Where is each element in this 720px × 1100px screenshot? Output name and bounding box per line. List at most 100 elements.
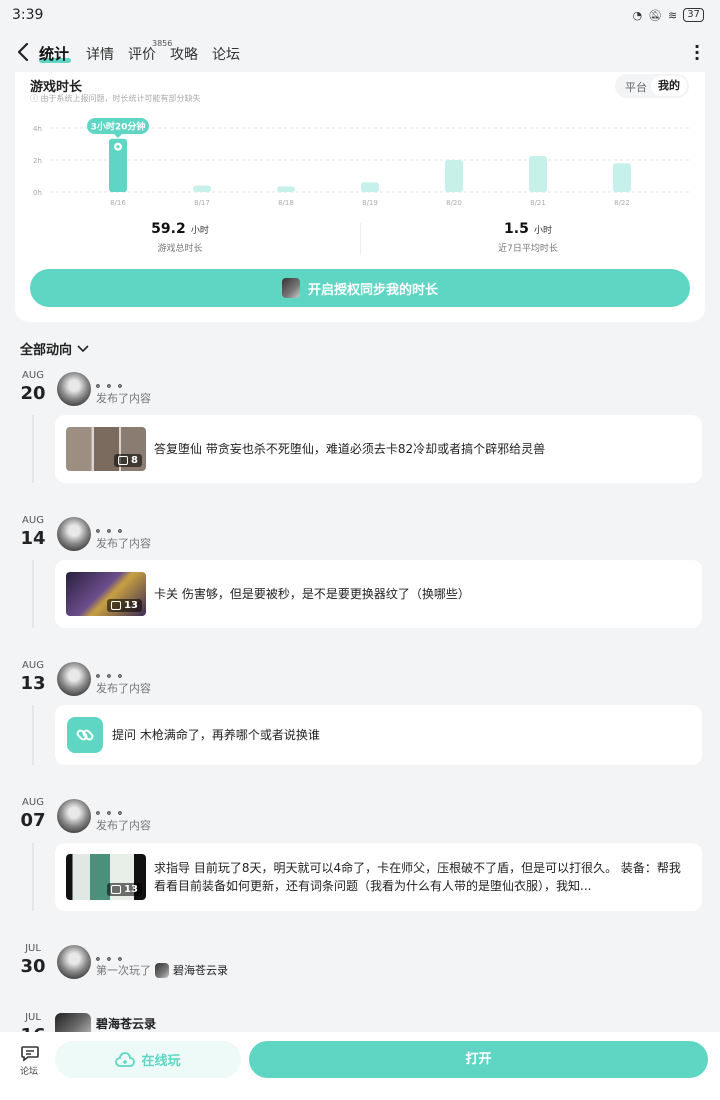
open-game-button[interactable]: 打开 bbox=[249, 1041, 708, 1078]
stat-divider bbox=[360, 223, 361, 255]
playtime-chart: 4h 2h 0h 8/16 3小时20分钟 8/17 8/18 8/19 8/20 8/21 8/2… bbox=[33, 118, 690, 207]
forum-label[interactable]: 论坛 bbox=[20, 1064, 38, 1077]
feed-filter-label: 全部动向 bbox=[20, 343, 73, 358]
forum-chat-icon[interactable] bbox=[20, 1044, 40, 1062]
x-tick-label: 8/18 bbox=[278, 199, 294, 207]
y-tick-label: 2h bbox=[33, 157, 42, 165]
post-text: 求指导 目前玩了8天，明天就可以4命了，卡在师父，压根破不了盾，但是可以打很久。… bbox=[154, 861, 681, 893]
x-tick-label: 8/19 bbox=[362, 199, 378, 207]
x-tick-label: 8/22 bbox=[614, 199, 630, 207]
image-count-badge: 13 bbox=[107, 599, 142, 612]
image-count-badge: 8 bbox=[114, 454, 142, 467]
chart-bar bbox=[445, 160, 463, 192]
feed-date-month: AUG bbox=[22, 797, 44, 808]
game-avatar[interactable] bbox=[55, 1013, 91, 1032]
user-name[interactable]: 。。。 bbox=[96, 375, 134, 390]
total-playtime: 59.2 小时 bbox=[120, 218, 240, 237]
bar-marker-dot bbox=[116, 145, 120, 149]
feed-date-month: AUG bbox=[22, 515, 44, 526]
feed-action: 第一次玩了 bbox=[96, 964, 151, 977]
chart-bar bbox=[529, 156, 547, 192]
cloud-play-button[interactable]: 在线玩 bbox=[55, 1041, 241, 1078]
x-tick-label: 8/21 bbox=[530, 199, 546, 207]
feed-date-day: 13 bbox=[20, 673, 46, 694]
post-card[interactable]: 13 求指导 目前玩了8天，明天就可以4命了，卡在师父，压根破不了盾，但是可以打… bbox=[55, 843, 702, 911]
user-name[interactable]: 。。。 bbox=[96, 520, 134, 535]
avg-playtime-unit: 小时 bbox=[533, 226, 552, 236]
feed-action: 发布了内容 bbox=[96, 537, 151, 550]
timeline-line bbox=[32, 560, 34, 628]
user-name[interactable]: 。。。 bbox=[96, 802, 134, 817]
avg-playtime: 1.5 小时 bbox=[468, 218, 588, 237]
user-avatar[interactable] bbox=[57, 799, 91, 833]
feed-date-day: 07 bbox=[20, 810, 46, 831]
total-playtime-value: 59.2 bbox=[151, 221, 186, 237]
feed-date-day: 20 bbox=[20, 383, 46, 404]
feed-date-day: 30 bbox=[20, 956, 46, 977]
sync-playtime-label: 开启授权同步我的时长 bbox=[307, 282, 438, 298]
status-icons: ◔ 🔕︎ ≋ 37 bbox=[632, 8, 704, 22]
timeline-line bbox=[32, 843, 34, 911]
image-icon bbox=[111, 885, 122, 894]
x-tick-label: 8/20 bbox=[446, 199, 462, 207]
chevron-down-icon bbox=[77, 344, 89, 352]
image-count: 8 bbox=[131, 455, 138, 466]
feed-action: 发布了内容 bbox=[96, 682, 151, 695]
timeline-line bbox=[32, 415, 34, 483]
post-text: 卡关 伤害够，但是要被秒，是不是要更换器纹了（换哪些） bbox=[154, 587, 470, 601]
playtime-note-text: 由于系统上报问题，时长统计可能有部分缺失 bbox=[40, 94, 201, 103]
image-icon bbox=[111, 601, 122, 610]
back-arrow-icon[interactable] bbox=[14, 40, 36, 64]
tab-stats[interactable]: 统计 bbox=[39, 43, 69, 64]
post-thumbnail: 8 bbox=[66, 427, 146, 471]
status-bar bbox=[0, 0, 720, 32]
user-name[interactable]: 。。。 bbox=[96, 665, 134, 680]
wifi-icon: ≋ bbox=[668, 8, 678, 22]
chart-tooltip-arrow bbox=[114, 134, 122, 138]
chart-tooltip-text: 3小时20分钟 bbox=[91, 121, 146, 133]
user-avatar[interactable] bbox=[57, 517, 91, 551]
battery-icon: 37 bbox=[683, 8, 704, 22]
image-count-badge: 13 bbox=[107, 883, 142, 896]
x-tick-label: 8/17 bbox=[194, 199, 210, 207]
mute-icon: 🔕︎ bbox=[648, 8, 663, 22]
speed-icon: ◔ bbox=[632, 8, 643, 22]
game-avatar-icon bbox=[281, 278, 300, 298]
playtime-note: ⓘ 由于系统上报问题，时长统计可能有部分缺失 bbox=[30, 94, 201, 103]
chart-bar bbox=[613, 163, 631, 192]
toggle-platform[interactable]: 平台 bbox=[625, 79, 647, 95]
user-avatar[interactable] bbox=[57, 662, 91, 696]
post-thumbnail: 13 bbox=[66, 854, 146, 900]
post-card[interactable]: 提问 木枪满命了，再养哪个或者说换谁 bbox=[55, 705, 702, 765]
cloud-gamepad-icon bbox=[115, 1051, 136, 1067]
tab-guides[interactable]: 攻略 bbox=[170, 44, 198, 64]
post-text: 答复堕仙 带贪妄也杀不死堕仙，难道必须去卡82冷却或者搞个辟邪给灵兽 bbox=[154, 442, 546, 456]
user-avatar[interactable] bbox=[57, 945, 91, 979]
tab-details[interactable]: 详情 bbox=[86, 44, 114, 64]
avg-playtime-value: 1.5 bbox=[504, 221, 529, 237]
total-playtime-label: 游戏总时长 bbox=[157, 244, 203, 254]
user-avatar[interactable] bbox=[57, 372, 91, 406]
game-name[interactable]: 碧海苍云录 bbox=[173, 962, 228, 978]
post-thumbnail: 13 bbox=[66, 572, 146, 616]
more-options-icon[interactable]: · · · bbox=[694, 39, 700, 67]
link-icon bbox=[67, 717, 103, 753]
toggle-mine[interactable]: 我的 bbox=[651, 76, 687, 96]
chart-bar bbox=[277, 186, 295, 192]
timeline-line bbox=[32, 705, 34, 765]
post-card[interactable]: 8 答复堕仙 带贪妄也杀不死堕仙，难道必须去卡82冷却或者搞个辟邪给灵兽 bbox=[55, 415, 702, 483]
feed-date-month: JUL bbox=[25, 943, 41, 954]
user-name[interactable]: 。。。 bbox=[96, 948, 134, 963]
post-card[interactable]: 13 卡关 伤害够，但是要被秒，是不是要更换器纹了（换哪些） bbox=[55, 560, 702, 628]
sync-playtime-button[interactable]: 开启授权同步我的时长 bbox=[30, 269, 690, 307]
chart-bar bbox=[361, 182, 379, 192]
game-title[interactable]: 碧海苍云录 bbox=[96, 1015, 156, 1032]
feed-date-month: AUG bbox=[22, 370, 44, 381]
status-time: 3:39 bbox=[12, 7, 44, 23]
feed-date-month: JUL bbox=[25, 1012, 41, 1023]
feed-date-day: 14 bbox=[20, 528, 46, 549]
total-playtime-unit: 小时 bbox=[190, 226, 209, 236]
image-count: 13 bbox=[124, 884, 138, 895]
feed-filter-dropdown[interactable]: 全部动向 bbox=[20, 339, 89, 358]
tab-forum[interactable]: 论坛 bbox=[212, 44, 240, 64]
